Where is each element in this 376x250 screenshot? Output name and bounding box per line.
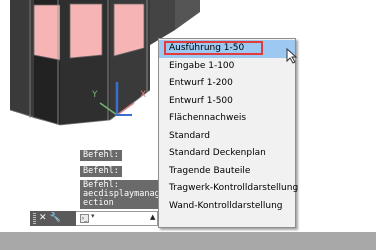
menu-item-tragende-bauteile[interactable]: Tragende Bauteile — [159, 163, 295, 181]
close-icon[interactable]: ✕ — [39, 211, 47, 226]
menu-item-standard[interactable]: Standard — [159, 128, 295, 146]
wrench-icon[interactable]: 🔧 — [50, 211, 61, 226]
dropdown-arrow-icon[interactable]: ▲ — [150, 213, 155, 221]
menu-item-label: Tragwerk-Kontrolldarstellung — [169, 183, 299, 193]
command-history-line: Befehl: — [80, 150, 122, 161]
menu-item-label: Eingabe 1-100 — [169, 60, 235, 71]
command-history-line: Befehl: — [80, 166, 122, 177]
menu-item-label: Tragende Bauteile — [169, 165, 251, 176]
command-prompt-icon[interactable]: ›_ — [80, 214, 89, 223]
menu-item-label: Standard — [169, 130, 210, 141]
menu-item-tragwerk-kontrolldarstellung[interactable]: Tragwerk-Kontrolldarstellung — [159, 180, 299, 198]
menu-item-label: Flächennachweis — [169, 113, 247, 123]
menu-item-eingabe-1-100[interactable]: Eingabe 1-100 — [159, 58, 295, 76]
status-bar — [0, 232, 376, 250]
command-toolbar: ✕ 🔧 — [30, 211, 76, 226]
display-configuration-menu: Ausführung 1-50 Eingabe 1-100 Entwurf 1-… — [158, 38, 299, 228]
mouse-cursor-icon — [286, 48, 298, 64]
menu-item-ausfuehrung-1-50[interactable]: Ausführung 1-50 — [159, 40, 295, 58]
menu-item-label: Entwurf 1-200 — [169, 78, 233, 88]
menu-item-label: Wand-Kontrolldarstellung — [169, 200, 283, 211]
command-current-output: Befehl: aecdisplaymanag ection — [80, 180, 160, 209]
menu-item-flaechennachweis[interactable]: Flächennachweis — [159, 110, 295, 128]
menu-item-entwurf-1-500[interactable]: Entwurf 1-500 — [159, 93, 295, 111]
menu-item-standard-deckenplan[interactable]: Standard Deckenplan — [159, 145, 295, 163]
menu-item-label: Standard Deckenplan — [169, 148, 266, 158]
axis-label-x: X — [140, 90, 146, 100]
current-line-3: ection — [83, 198, 114, 208]
history-text: Befehl: — [83, 166, 119, 176]
axis-label-y: Y — [91, 90, 98, 100]
menu-item-label: Entwurf 1-500 — [169, 95, 233, 106]
menu-item-entwurf-1-200[interactable]: Entwurf 1-200 — [159, 75, 295, 93]
grip-handle-icon[interactable] — [33, 213, 36, 224]
history-text: Befehl: — [83, 150, 119, 160]
prompt-dropdown-icon[interactable]: ▾ — [91, 212, 95, 220]
highlight-box — [164, 41, 263, 55]
menu-item-wand-kontrolldarstellung[interactable]: Wand-Kontrolldarstellung — [159, 198, 295, 216]
